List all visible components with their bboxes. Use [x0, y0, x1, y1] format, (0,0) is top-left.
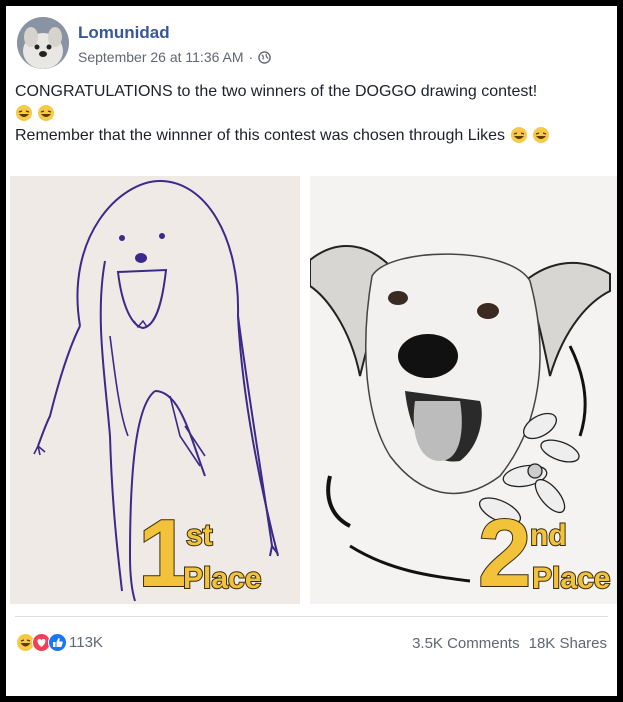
meta-separator: · [248, 49, 254, 65]
like-reaction-icon [48, 633, 67, 652]
second-place-word: Place [531, 562, 611, 595]
post-text-line-2: Remember that the winnner of this contes… [15, 125, 611, 147]
post-text-line-1: CONGRATULATIONS to the two winners of th… [15, 83, 538, 100]
photo-first-place[interactable]: 1 st Place [10, 176, 300, 604]
laughing-emoji-icon [532, 127, 549, 143]
first-place-suffix: st [185, 519, 214, 552]
author-name[interactable]: Lomunidad [78, 23, 170, 43]
footer-divider [15, 616, 608, 617]
laughing-emoji-icon [16, 105, 32, 121]
post-text-line-2-content: Remember that the winnner of this contes… [15, 127, 506, 144]
comments-count-link[interactable]: 3.5K Comments [412, 635, 520, 652]
second-place-number: 2 [477, 500, 532, 604]
globe-icon[interactable] [258, 50, 271, 64]
laughing-emojis [15, 103, 611, 125]
photo-second-place[interactable]: 2 nd Place [310, 176, 617, 604]
photo-grid: 1 st Place 2 nd Place [6, 176, 617, 604]
author-avatar[interactable] [17, 17, 69, 69]
first-place-word: Place [182, 562, 262, 595]
post-text: CONGRATULATIONS to the two winners of th… [15, 81, 611, 147]
reaction-icons [16, 633, 67, 652]
realistic-dog-drawing [310, 244, 611, 583]
reactions-summary[interactable]: 113K [16, 633, 103, 652]
post-card: Lomunidad September 26 at 11:36 AM · CON… [6, 6, 617, 696]
reaction-count[interactable]: 113K [69, 634, 103, 651]
post-timestamp[interactable]: September 26 at 11:36 AM [78, 49, 244, 65]
avatar-dog-image [17, 17, 69, 69]
laughing-emoji-icon [510, 127, 527, 143]
post-meta: September 26 at 11:36 AM · [78, 49, 271, 65]
laughing-emoji-icon [38, 105, 55, 121]
engagement-stats: 3.5K Comments 18K Shares [412, 635, 607, 652]
shares-count-link[interactable]: 18K Shares [529, 635, 607, 652]
second-place-suffix: nd [529, 519, 568, 552]
